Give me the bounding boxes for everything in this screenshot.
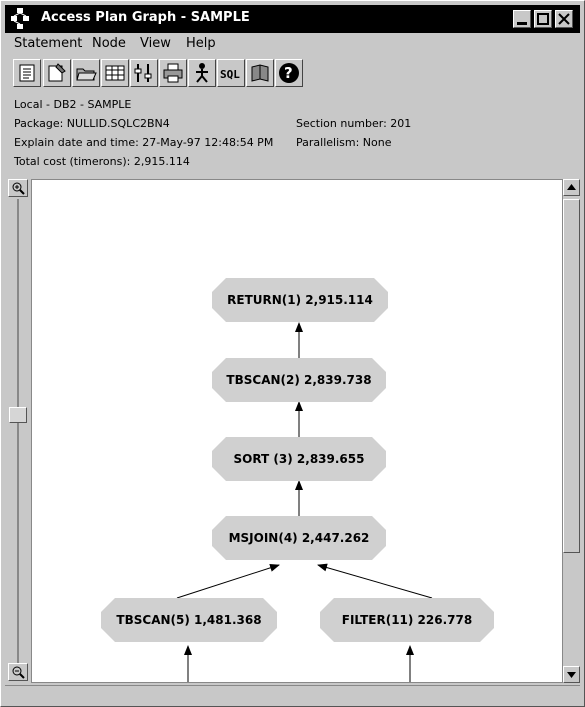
vertical-scrollbar[interactable] [563,179,580,683]
help-icon: ? [279,63,299,83]
total-cost-label: Total cost (timerons): 2,915.114 [14,155,190,168]
zoom-out-icon [12,666,25,679]
open-folder-icon [76,68,97,81]
arrow-up-icon [567,184,576,190]
explain-date-label: Explain date and time: 27-May-97 12:48:5… [14,136,274,149]
node-tbscan-2[interactable]: TBSCAN(2) 2,839.738 [212,358,386,402]
statistics-button[interactable] [130,59,158,87]
minimize-icon [517,22,527,25]
node-label: TBSCAN(2) 2,839.738 [226,373,372,387]
menu-statement[interactable]: Statement [14,36,82,51]
node-label: FILTER(11) 226.778 [341,613,473,627]
statistics-icon [134,64,152,82]
node-sort-3[interactable]: SORT (3) 2,839.655 [212,437,386,481]
minimize-button[interactable] [513,10,531,28]
usage-button[interactable] [188,59,216,87]
table-button[interactable] [101,59,129,87]
status-bar [5,685,580,703]
node-label: TBSCAN(5) 1,481.368 [116,613,262,627]
title-bar[interactable]: Access Plan Graph - SAMPLE [5,5,580,33]
node-tbscan-5[interactable]: TBSCAN(5) 1,481.368 [101,598,277,642]
zoom-track-line [17,199,19,663]
open-folder-button[interactable] [72,59,100,87]
sql-button[interactable]: SQL [217,59,245,87]
notepad-icon [48,63,66,82]
table-icon [105,65,125,81]
node-label: SORT (3) 2,839.655 [233,452,365,466]
node-return-1[interactable]: RETURN(1) 2,915.114 [212,278,388,322]
zoom-slider[interactable] [8,179,28,683]
maximize-button[interactable] [534,10,552,28]
scroll-thumb[interactable] [563,199,580,553]
svg-text:?: ? [284,64,293,82]
package-label: Package: NULLID.SQLC2BN4 [14,117,170,130]
print-icon [163,63,183,83]
help-button[interactable]: ? [275,59,303,87]
zoom-in-icon [12,182,25,195]
scroll-down-button[interactable] [563,666,580,683]
menu-node[interactable]: Node [92,36,126,51]
node-msjoin-4[interactable]: MSJOIN(4) 2,447.262 [212,516,386,560]
zoom-in-button[interactable] [8,179,28,197]
print-button[interactable] [159,59,187,87]
location-label: Local - DB2 - SAMPLE [14,98,132,111]
view-details-button[interactable] [13,59,41,87]
window-title: Access Plan Graph - SAMPLE [41,10,250,25]
graph-canvas[interactable]: RETURN(1) 2,915.114 TBSCAN(2) 2,839.738 … [31,179,563,683]
node-filter-11[interactable]: FILTER(11) 226.778 [320,598,494,642]
section-number-label: Section number: 201 [296,117,412,130]
usage-icon [196,63,208,83]
menu-view[interactable]: View [140,36,171,51]
node-label: RETURN(1) 2,915.114 [227,293,373,307]
close-button[interactable] [555,10,573,28]
book-icon [251,64,269,82]
view-details-icon [19,64,35,82]
menu-help[interactable]: Help [186,36,216,51]
close-icon [558,13,570,25]
sql-icon: SQL [220,68,240,81]
scroll-up-button[interactable] [563,179,580,196]
node-label: MSJOIN(4) 2,447.262 [228,531,370,545]
book-button[interactable] [246,59,274,87]
parallelism-label: Parallelism: None [296,136,392,149]
svg-text:SQL: SQL [220,68,240,81]
db2-app-icon[interactable] [9,7,31,31]
zoom-thumb[interactable] [9,407,27,423]
edge-filter11-msjoin4 [317,563,433,599]
menu-bar: Statement Node View Help [5,33,580,55]
maximize-icon [537,13,549,25]
arrow-down-icon [567,672,576,678]
zoom-out-button[interactable] [8,663,28,681]
edge-tbscan5-msjoin4 [176,563,280,599]
notepad-button[interactable] [43,59,71,87]
access-plan-graph-window: Access Plan Graph - SAMPLE Statement Nod… [0,0,585,707]
